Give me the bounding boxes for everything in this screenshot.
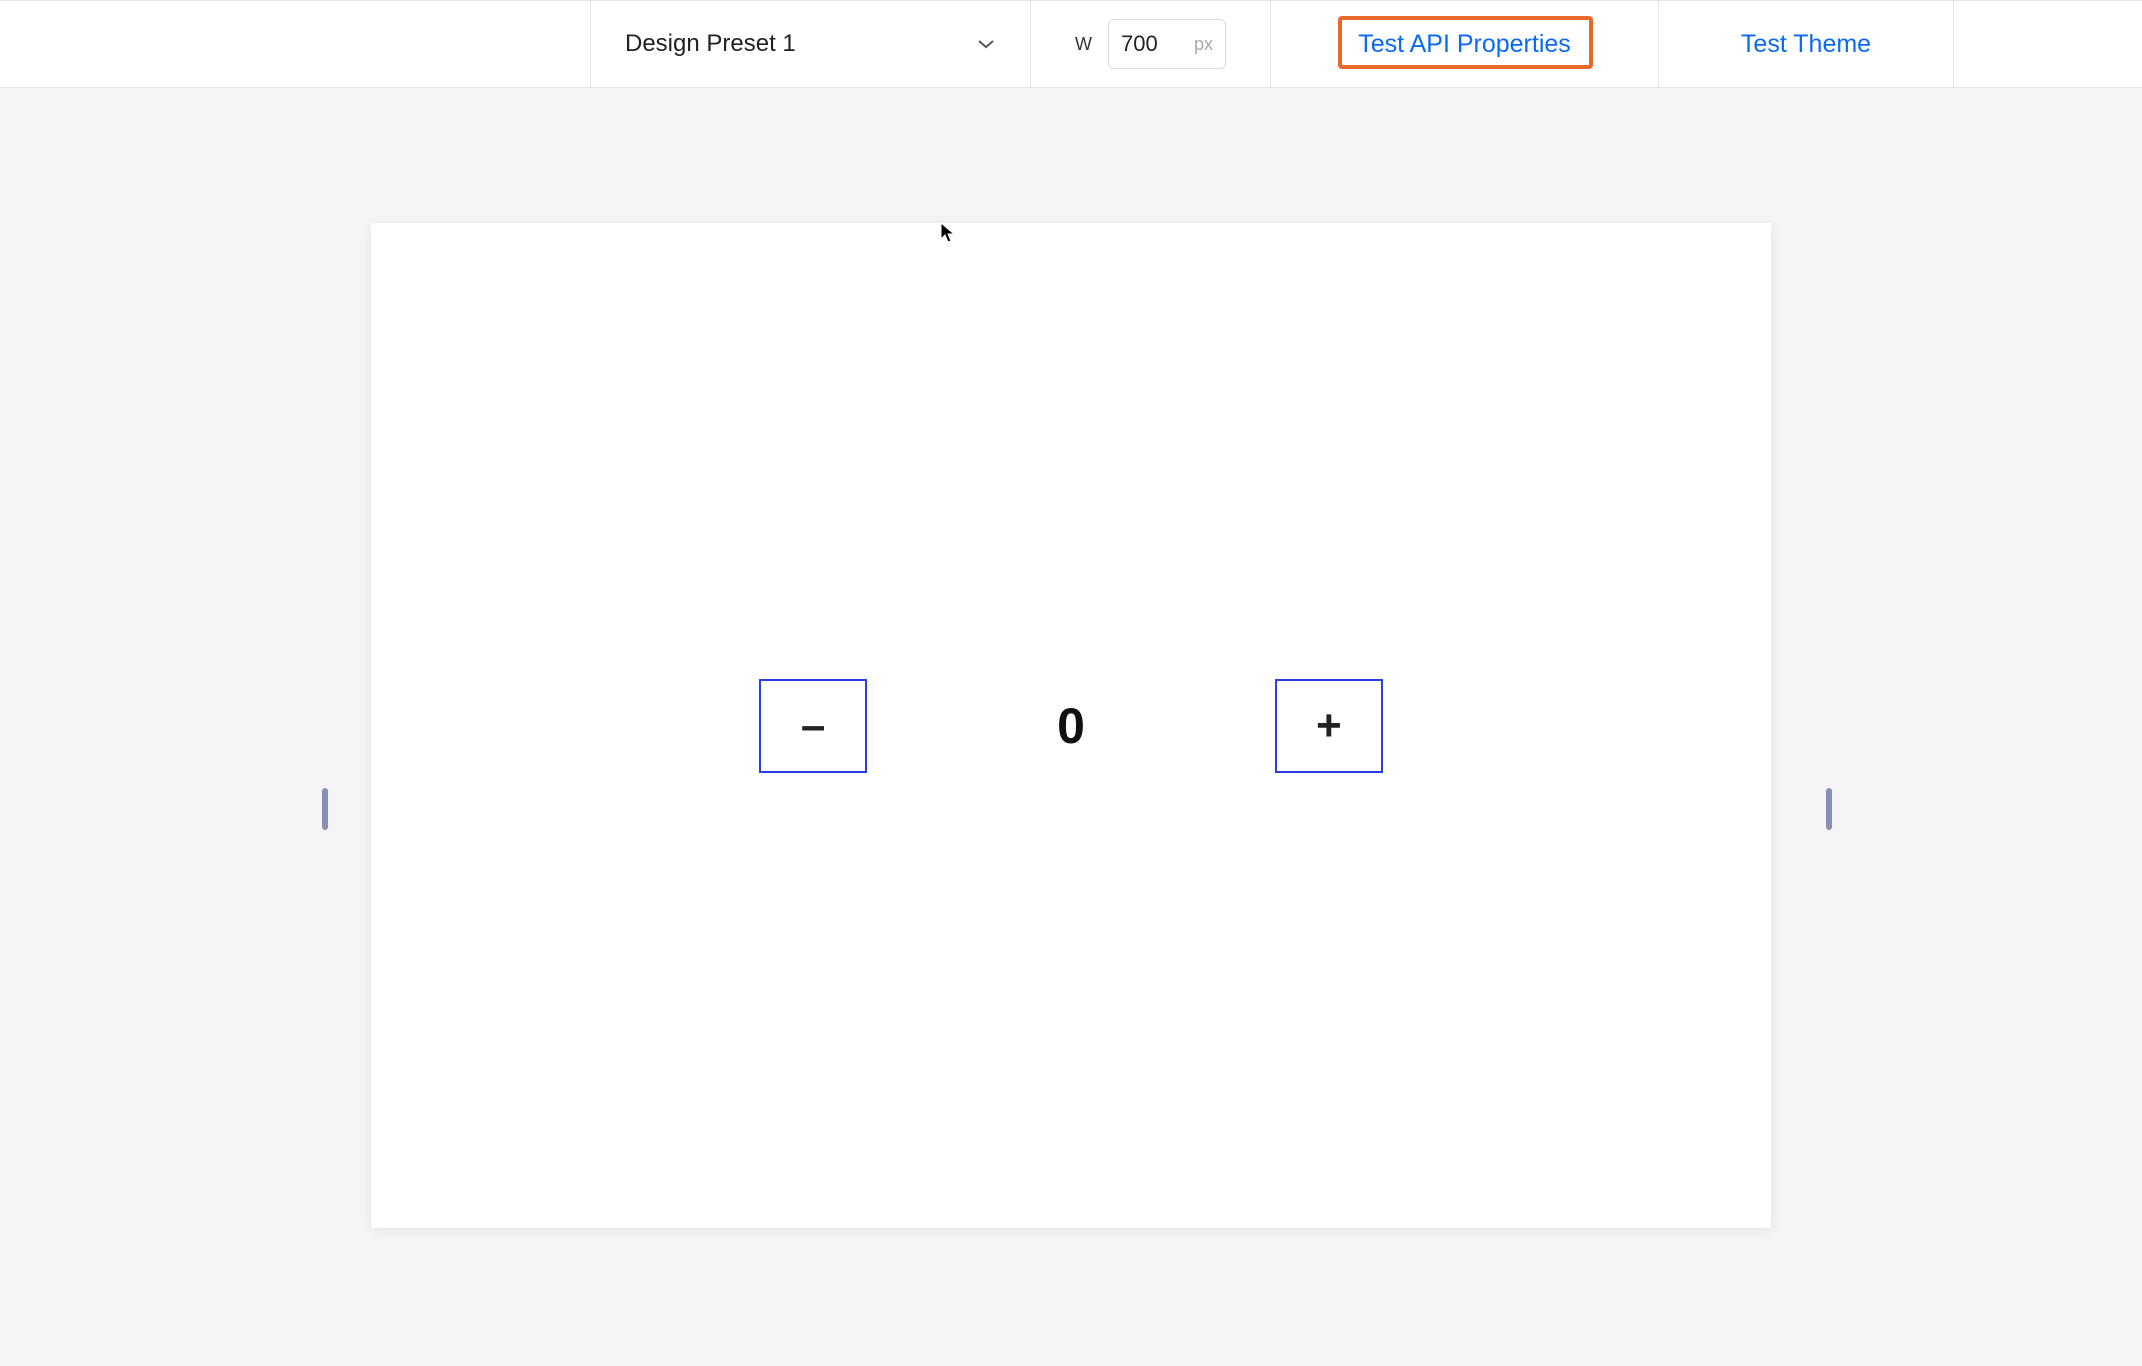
width-unit-label: px — [1194, 34, 1213, 55]
design-preset-label: Design Preset 1 — [625, 30, 796, 58]
width-prefix-label: W — [1075, 34, 1092, 55]
chevron-down-icon — [976, 34, 996, 54]
toolbar-spacer — [0, 1, 590, 87]
resize-handle-left[interactable] — [322, 788, 328, 830]
canvas-area: – 0 + — [0, 88, 2142, 1366]
width-control: W px — [1030, 1, 1270, 87]
design-preset-dropdown[interactable]: Design Preset 1 — [590, 1, 1030, 87]
test-api-properties-link[interactable]: Test API Properties — [1358, 30, 1571, 59]
decrement-button[interactable]: – — [759, 679, 867, 773]
width-input[interactable] — [1121, 31, 1181, 57]
test-api-properties-cell: Test API Properties — [1270, 1, 1658, 87]
test-theme-link[interactable]: Test Theme — [1741, 30, 1871, 59]
increment-button[interactable]: + — [1275, 679, 1383, 773]
counter-value: 0 — [1057, 697, 1085, 755]
toolbar: Design Preset 1 W px Test API Properties… — [0, 0, 2142, 88]
width-input-wrapper: px — [1108, 19, 1226, 69]
resize-handle-right[interactable] — [1826, 788, 1832, 830]
test-theme-cell: Test Theme — [1658, 1, 1954, 87]
counter-widget: – 0 + — [759, 679, 1383, 773]
artboard: – 0 + — [371, 223, 1771, 1228]
